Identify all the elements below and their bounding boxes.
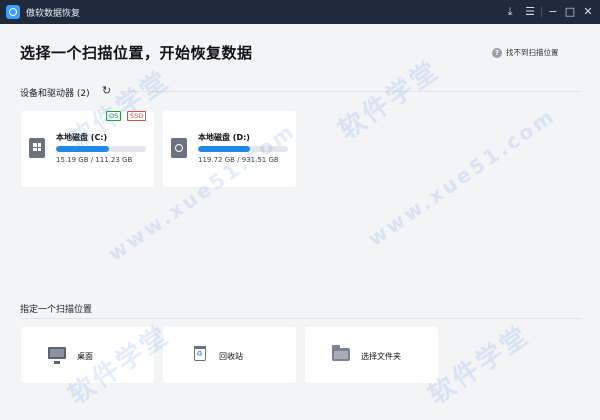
location-select-folder[interactable]: 选择文件夹	[305, 327, 438, 383]
location-label: 选择文件夹	[361, 352, 401, 361]
watermark-text: 软件学堂	[333, 54, 446, 147]
refresh-icon[interactable]: ↻	[102, 85, 114, 97]
drive-name: 本地磁盘 (D:)	[198, 133, 250, 142]
os-badge: OS	[106, 111, 122, 121]
page-title: 选择一个扫描位置，开始恢复数据	[20, 44, 253, 62]
section-divider	[20, 318, 582, 319]
recycle-bin-icon	[194, 346, 206, 361]
menu-icon[interactable]: ☰	[522, 4, 538, 20]
drive-usage-bar	[198, 146, 288, 152]
drive-usage-fill	[56, 146, 109, 152]
title-bar: 傲软数据恢复 ⤓ ☰ − □ ✕	[0, 0, 600, 24]
close-icon[interactable]: ✕	[580, 4, 596, 20]
locations-section-label: 指定一个扫描位置	[20, 305, 93, 315]
drive-card-d[interactable]: 本地磁盘 (D:) 119.72 GB / 931.51 GB	[163, 111, 296, 187]
question-icon: ?	[492, 47, 502, 58]
devices-section-label: 设备和驱动器 (2)	[20, 89, 90, 99]
location-label: 桌面	[77, 352, 93, 361]
location-label: 回收站	[219, 352, 243, 361]
watermark-url: www.xue51.com	[363, 103, 561, 251]
drive-size-text: 119.72 GB / 931.51 GB	[198, 156, 279, 164]
app-title: 傲软数据恢复	[26, 9, 81, 19]
location-recycle-bin[interactable]: 回收站	[163, 327, 296, 383]
drive-usage-fill	[198, 146, 251, 152]
drive-usage-bar	[56, 146, 146, 152]
app-logo-icon	[6, 5, 20, 19]
help-link[interactable]: ? 找不到扫描位置	[492, 47, 559, 58]
drive-card-c[interactable]: OS SSD 本地磁盘 (C:) 15.19 GB / 111.23 GB	[21, 111, 154, 187]
minimize-icon[interactable]: −	[545, 4, 561, 20]
titlebar-divider	[541, 7, 542, 17]
drive-size-text: 15.19 GB / 111.23 GB	[56, 156, 133, 164]
ssd-badge: SSD	[127, 111, 147, 121]
folder-icon	[332, 345, 350, 361]
monitor-icon	[48, 347, 66, 364]
drive-name: 本地磁盘 (C:)	[56, 133, 108, 142]
hard-drive-icon	[171, 138, 187, 158]
download-icon[interactable]: ⤓	[502, 4, 518, 20]
section-divider	[120, 91, 582, 92]
windows-drive-icon	[29, 138, 45, 158]
maximize-icon[interactable]: □	[562, 4, 578, 20]
help-link-label: 找不到扫描位置	[506, 48, 559, 57]
location-desktop[interactable]: 桌面	[21, 327, 154, 383]
